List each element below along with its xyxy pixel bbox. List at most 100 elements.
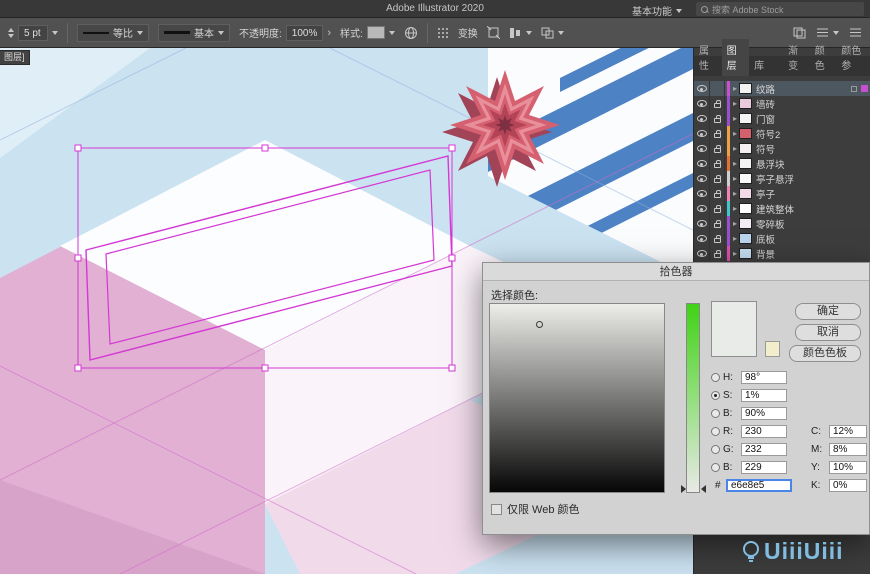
tab-color[interactable]: 颜色 xyxy=(810,39,837,76)
r-field[interactable]: 230 xyxy=(741,424,787,438)
layer-thumbnail[interactable] xyxy=(739,143,753,154)
layer-name[interactable]: 背景 xyxy=(756,247,868,261)
radio-b[interactable] xyxy=(711,408,720,418)
radio-b2[interactable] xyxy=(711,462,720,472)
layer-name[interactable]: 纹路 xyxy=(756,82,851,96)
disclosure-arrow-icon[interactable]: ▸ xyxy=(733,219,737,228)
visibility-toggle[interactable] xyxy=(694,141,710,156)
layer-row[interactable]: ▸ 纹路 xyxy=(694,81,870,96)
s-field[interactable]: 1% xyxy=(741,388,787,402)
stroke-weight-control[interactable]: 5 pt xyxy=(8,24,58,41)
visibility-toggle[interactable] xyxy=(694,216,710,231)
visibility-toggle[interactable] xyxy=(694,96,710,111)
color-picker-dialog[interactable]: 拾色器 选择颜色: 确定 取消 颜色色板 H: 98° S: 1% B: 90%… xyxy=(482,262,870,535)
grid-options-icon[interactable] xyxy=(437,27,449,39)
lock-toggle[interactable] xyxy=(710,171,725,186)
menu-icon[interactable] xyxy=(849,27,862,38)
layer-name[interactable]: 门窗 xyxy=(756,112,868,126)
tab-properties[interactable]: 属性 xyxy=(694,39,722,76)
visibility-toggle[interactable] xyxy=(694,246,710,261)
layer-thumbnail[interactable] xyxy=(739,173,753,184)
cancel-button[interactable]: 取消 xyxy=(795,324,861,341)
ok-button[interactable]: 确定 xyxy=(795,303,861,320)
stock-search[interactable]: 搜索 Adobe Stock xyxy=(696,2,864,16)
g-field[interactable]: 232 xyxy=(741,442,787,456)
layer-thumbnail[interactable] xyxy=(739,158,753,169)
chevron-down-icon[interactable] xyxy=(52,30,58,35)
screen-mode-dropdown[interactable] xyxy=(816,27,839,38)
document-setup-globe-icon[interactable] xyxy=(404,26,418,40)
lock-toggle[interactable] xyxy=(710,231,725,246)
layer-thumbnail[interactable] xyxy=(739,248,753,259)
layer-name[interactable]: 悬浮块 xyxy=(756,157,868,171)
slider-arrow-icon[interactable] xyxy=(681,485,686,493)
lock-toggle[interactable] xyxy=(710,96,725,111)
layer-row[interactable]: ▸ 悬浮块 xyxy=(694,156,870,171)
style-swatch[interactable] xyxy=(366,26,385,39)
layer-name[interactable]: 符号2 xyxy=(756,127,868,141)
tab-color-guide[interactable]: 颜色参 xyxy=(836,39,870,76)
chevron-right-icon[interactable]: › xyxy=(327,27,331,39)
visibility-toggle[interactable] xyxy=(694,111,710,126)
layer-row[interactable]: ▸ 亭子悬浮 xyxy=(694,171,870,186)
lock-toggle[interactable] xyxy=(710,186,725,201)
radio-r[interactable] xyxy=(711,426,720,436)
layer-row[interactable]: ▸ 符号 xyxy=(694,141,870,156)
disclosure-arrow-icon[interactable]: ▸ xyxy=(733,189,737,198)
lock-toggle[interactable] xyxy=(710,81,725,96)
hex-field[interactable]: e6e8e5 xyxy=(726,478,792,492)
color-field-marker[interactable] xyxy=(536,321,543,328)
layer-name[interactable]: 墙砖 xyxy=(756,97,868,111)
arrange-documents-icon[interactable] xyxy=(793,27,806,39)
disclosure-arrow-icon[interactable]: ▸ xyxy=(733,114,737,123)
m-field[interactable]: 8% xyxy=(829,442,867,456)
web-colors-checkbox[interactable] xyxy=(491,503,502,515)
visibility-toggle[interactable] xyxy=(694,231,710,246)
layer-row[interactable]: ▸ 符号2 xyxy=(694,126,870,141)
lock-toggle[interactable] xyxy=(710,126,725,141)
disclosure-arrow-icon[interactable]: ▸ xyxy=(733,99,737,108)
visibility-toggle[interactable] xyxy=(694,186,710,201)
visibility-toggle[interactable] xyxy=(694,156,710,171)
layer-row[interactable]: ▸ 墙砖 xyxy=(694,96,870,111)
tab-layers[interactable]: 图层 xyxy=(721,39,750,76)
layer-thumbnail[interactable] xyxy=(739,128,753,139)
lock-toggle[interactable] xyxy=(710,201,725,216)
layer-thumbnail[interactable] xyxy=(739,218,753,229)
radio-h[interactable] xyxy=(711,372,720,382)
visibility-toggle[interactable] xyxy=(694,126,710,141)
layer-row[interactable]: ▸ 背景 xyxy=(694,246,870,261)
layer-row[interactable]: ▸ 建筑整体 xyxy=(694,201,870,216)
shape-options-dropdown[interactable] xyxy=(541,27,564,39)
layer-name[interactable]: 符号 xyxy=(756,142,868,156)
visibility-toggle[interactable] xyxy=(694,81,710,96)
lock-toggle[interactable] xyxy=(710,141,725,156)
dialog-title[interactable]: 拾色器 xyxy=(483,263,869,281)
layer-name[interactable]: 亭子悬浮 xyxy=(756,172,868,186)
workspace-switcher[interactable]: 基本功能 xyxy=(632,3,682,18)
torn-panel-tab[interactable]: 图层] xyxy=(0,50,30,65)
layer-name[interactable]: 建筑整体 xyxy=(756,202,868,216)
width-profile-dropdown[interactable]: 等比 xyxy=(77,23,149,42)
lock-toggle[interactable] xyxy=(710,111,725,126)
disclosure-arrow-icon[interactable]: ▸ xyxy=(733,174,737,183)
visibility-toggle[interactable] xyxy=(694,171,710,186)
slider-arrow-icon[interactable] xyxy=(701,485,706,493)
disclosure-arrow-icon[interactable]: ▸ xyxy=(733,204,737,213)
stroke-weight-value[interactable]: 5 pt xyxy=(18,24,48,41)
align-dropdown[interactable] xyxy=(509,27,532,39)
layer-row[interactable]: ▸ 门窗 xyxy=(694,111,870,126)
disclosure-arrow-icon[interactable]: ▸ xyxy=(733,249,737,258)
brush-definition-dropdown[interactable]: 基本 xyxy=(158,23,230,42)
layer-thumbnail[interactable] xyxy=(739,233,753,244)
radio-g[interactable] xyxy=(711,444,720,454)
b2-field[interactable]: 229 xyxy=(741,460,787,474)
y-field[interactable]: 10% xyxy=(829,460,867,474)
transform-label[interactable]: 变换 xyxy=(458,25,478,40)
tab-libraries[interactable]: 库 xyxy=(749,54,769,76)
layer-thumbnail[interactable] xyxy=(739,83,753,94)
b-field[interactable]: 90% xyxy=(741,406,787,420)
layer-thumbnail[interactable] xyxy=(739,203,753,214)
opacity-value[interactable]: 100% xyxy=(285,24,324,41)
disclosure-arrow-icon[interactable]: ▸ xyxy=(733,129,737,138)
